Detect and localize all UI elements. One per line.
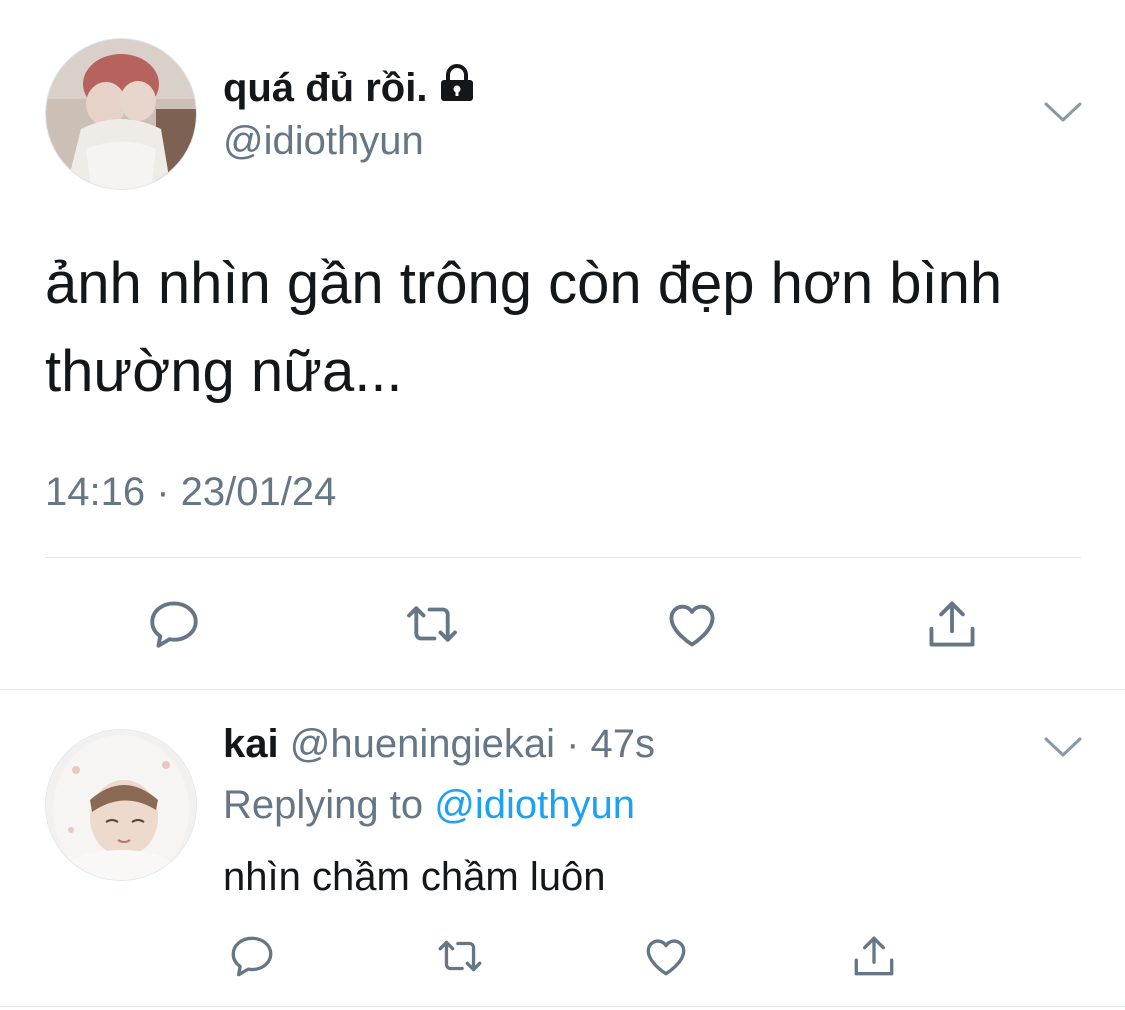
reply-author-name[interactable]: kai [223, 722, 279, 766]
lock-icon [439, 64, 475, 112]
tweet-text: ảnh nhìn gần trông còn đẹp hơn bình thườ… [45, 251, 1003, 404]
like-icon[interactable] [638, 928, 694, 984]
reply-text: nhìn chầm chầm luôn [223, 855, 606, 899]
tweet-timestamp[interactable]: 14:16 · 23/01/24 [45, 470, 336, 515]
divider [45, 557, 1081, 558]
reply-author-avatar[interactable] [45, 729, 197, 881]
reply-author-handle[interactable]: @hueningiekai [290, 722, 555, 766]
author-name-row: quá đủ rồi. [223, 64, 475, 112]
author-display-name[interactable]: quá đủ rồi. [223, 66, 427, 111]
replying-to: Replying to @idiothyun [223, 783, 635, 828]
chevron-down-icon[interactable] [1043, 100, 1083, 124]
like-icon[interactable] [660, 592, 724, 656]
replying-prefix: Replying to [223, 783, 424, 827]
reply-time[interactable]: · 47s [566, 722, 655, 766]
retweet-icon[interactable] [400, 592, 464, 656]
author-handle[interactable]: @idiothyun [223, 119, 424, 164]
chevron-down-icon[interactable] [1043, 735, 1083, 759]
author-avatar[interactable] [45, 38, 197, 190]
section-divider [0, 689, 1125, 690]
section-divider [0, 1006, 1125, 1007]
reply-icon[interactable] [224, 928, 280, 984]
retweet-icon[interactable] [432, 928, 488, 984]
reply-icon[interactable] [142, 592, 206, 656]
share-icon[interactable] [920, 592, 984, 656]
share-icon[interactable] [846, 928, 902, 984]
replying-mention-link[interactable]: @idiothyun [434, 783, 635, 827]
reply-header: kai @hueningiekai · 47s [223, 722, 655, 767]
